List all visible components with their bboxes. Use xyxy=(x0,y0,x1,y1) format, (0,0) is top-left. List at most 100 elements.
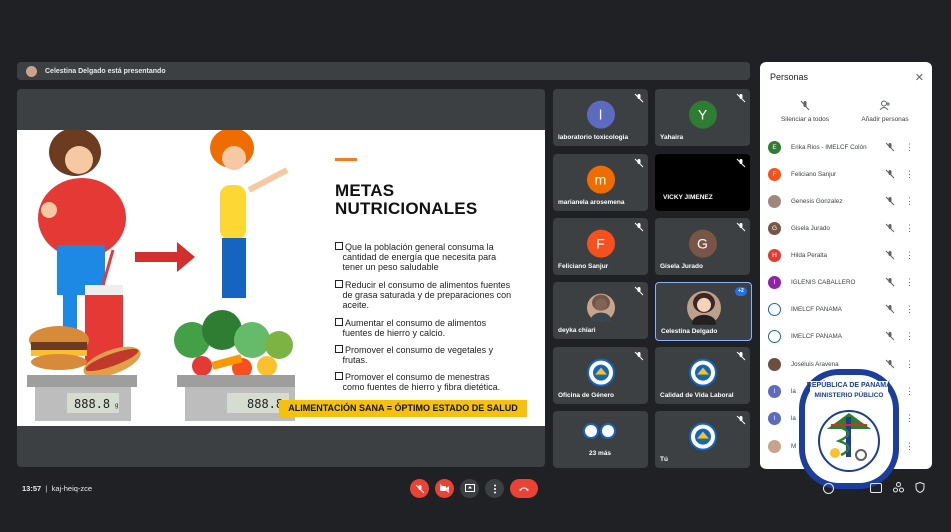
participant-row[interactable]: G Gisela Jurado ⋮ xyxy=(768,218,928,238)
present-button[interactable] xyxy=(460,479,479,498)
participant-photo xyxy=(586,293,615,322)
participant-row-name: IMELCF PANAMA xyxy=(791,305,842,313)
institution-seal: REPÚBLICA DE PANAMÁ MINISTERIO PÚBLICO xyxy=(799,369,899,489)
participant-name: Oficina de Género xyxy=(558,392,614,399)
more-vert-icon[interactable]: ⋮ xyxy=(905,250,914,260)
mic-off-icon[interactable] xyxy=(885,331,895,341)
participant-avatar: G xyxy=(688,229,717,258)
mic-off-icon[interactable] xyxy=(885,169,895,179)
participant-avatar: Y xyxy=(688,100,717,129)
mic-off-icon xyxy=(800,100,810,111)
participant-tile[interactable]: m marianela arosemena xyxy=(553,154,648,211)
more-vert-icon[interactable]: ⋮ xyxy=(905,304,914,314)
more-vert-icon[interactable]: ⋮ xyxy=(905,169,914,179)
mic-off-icon[interactable] xyxy=(885,196,895,206)
more-vert-icon[interactable]: ⋮ xyxy=(905,331,914,341)
mic-off-icon[interactable] xyxy=(885,250,895,260)
participant-avatar xyxy=(768,194,781,208)
nutrition-illustration xyxy=(27,130,295,421)
scale-left-display: 888.8 xyxy=(74,397,111,411)
bullet-item: Promover el consumo de vegetales y fruta… xyxy=(335,345,535,365)
participant-tile[interactable]: l laboratorio toxicologia xyxy=(553,89,648,146)
participant-row[interactable]: I IGLENIS CABALLERO ⋮ xyxy=(768,272,928,292)
mic-off-icon xyxy=(634,93,644,103)
participant-name: laboratorio toxicologia xyxy=(558,134,629,141)
svg-text:REPÚBLICA DE PANAMÁ: REPÚBLICA DE PANAMÁ xyxy=(807,380,891,389)
mute-all-button[interactable]: Silenciar a todos xyxy=(770,100,840,123)
more-vert-icon[interactable]: ⋮ xyxy=(905,386,914,396)
slide: 888.8 g 888.8 METAS NUTRICIONALES Que la… xyxy=(17,130,545,426)
mic-off-icon[interactable] xyxy=(885,223,895,233)
participant-tile[interactable]: deyka chiari xyxy=(553,282,648,339)
presenter-bar: Celestina Delgado está presentando xyxy=(17,62,750,80)
mic-off-icon xyxy=(634,222,644,232)
more-vert-icon[interactable]: ⋮ xyxy=(905,277,914,287)
participant-name: Feliciano Sanjur xyxy=(558,263,609,270)
mic-off-icon xyxy=(634,351,644,361)
participant-avatar: l xyxy=(586,100,615,129)
participant-row-name: Hilda Peralta xyxy=(791,251,828,259)
participant-row[interactable]: Genesis Gonzalez ⋮ xyxy=(768,191,928,211)
bullet-item: Promover el consumo de menestras como fu… xyxy=(335,372,535,392)
leave-call-button[interactable] xyxy=(510,479,538,498)
participant-row[interactable]: H Hilda Peralta ⋮ xyxy=(768,245,928,265)
add-people-button[interactable]: Añadir personas xyxy=(850,100,920,123)
more-vert-icon[interactable]: ⋮ xyxy=(905,413,914,423)
shield-icon[interactable] xyxy=(915,482,925,493)
slide-title: METAS NUTRICIONALES xyxy=(335,181,478,218)
participant-row[interactable]: IMELCF PANAMA ⋮ xyxy=(768,299,928,319)
mic-off-icon xyxy=(634,286,644,296)
scale-left-unit: g xyxy=(115,403,119,409)
camera-toggle-button[interactable] xyxy=(435,479,454,498)
participant-tile[interactable]: VICKY JIMENEZ xyxy=(655,154,750,211)
more-vert-icon[interactable]: ⋮ xyxy=(905,223,914,233)
presenter-text: Celestina Delgado está presentando xyxy=(45,67,166,75)
mic-off-icon[interactable] xyxy=(885,304,895,314)
participant-avatar: F xyxy=(768,167,781,181)
chat-icon[interactable] xyxy=(870,483,882,493)
participant-row-name: Genesis Gonzalez xyxy=(791,197,843,205)
participant-tile[interactable]: Y Yahaira xyxy=(655,89,750,146)
participant-avatar xyxy=(768,329,781,343)
more-vert-icon[interactable]: ⋮ xyxy=(905,441,914,451)
more-vert-icon[interactable]: ⋮ xyxy=(905,196,914,206)
participant-avatar: m xyxy=(586,165,615,194)
info-icon[interactable] xyxy=(823,483,834,494)
participant-tile[interactable]: +2 Celestina Delgado xyxy=(655,282,752,341)
participant-name: Yahaira xyxy=(660,134,684,141)
mic-off-icon[interactable] xyxy=(885,142,895,152)
participant-avatar: F xyxy=(586,229,615,258)
participant-tile[interactable]: F Feliciano Sanjur xyxy=(553,218,648,275)
participant-row[interactable]: E Erika Rios - IMELCF Colón ⋮ xyxy=(768,137,928,157)
participant-tile[interactable]: Calidad de Vida Laboral xyxy=(655,347,750,404)
close-icon[interactable]: ✕ xyxy=(915,71,924,84)
bullet-item: Reducir el consumo de alimentos fuentes … xyxy=(335,280,535,310)
participant-avatar xyxy=(768,302,781,316)
more-vert-icon[interactable]: ⋮ xyxy=(905,142,914,152)
mic-off-icon xyxy=(736,158,746,168)
participant-row-name: Feliciano Sanjur xyxy=(791,170,837,178)
mic-off-icon[interactable] xyxy=(885,277,895,287)
institution-logo-icon xyxy=(600,423,616,439)
svg-text:MINISTERIO PÚBLICO: MINISTERIO PÚBLICO xyxy=(815,390,884,399)
more-participants-tile[interactable]: 23 más xyxy=(553,411,648,468)
participant-avatar: H xyxy=(768,248,781,262)
mic-toggle-button[interactable] xyxy=(410,479,429,498)
presentation-stage[interactable]: 888.8 g 888.8 METAS NUTRICIONALES Que la… xyxy=(17,89,545,467)
participant-tile[interactable]: G Gisela Jurado xyxy=(655,218,750,275)
activities-icon[interactable] xyxy=(893,482,904,493)
mic-off-icon xyxy=(736,415,746,425)
participant-row[interactable]: F Feliciano Sanjur ⋮ xyxy=(768,164,928,184)
self-tile[interactable]: Tú xyxy=(655,411,750,468)
more-vert-icon xyxy=(493,484,496,493)
participant-avatar: l xyxy=(768,411,781,425)
more-vert-icon[interactable]: ⋮ xyxy=(905,359,914,369)
camera-off-icon xyxy=(439,484,450,493)
participant-name: deyka chiari xyxy=(558,327,596,334)
participant-row-name: Gisela Jurado xyxy=(791,224,830,232)
participant-row[interactable]: IMELCF PANAMA ⋮ xyxy=(768,326,928,346)
participant-row-name: IMELCF PANAMA xyxy=(791,332,842,340)
participant-tile[interactable]: Oficina de Género xyxy=(553,347,648,404)
participant-avatar xyxy=(768,439,781,453)
more-options-button[interactable] xyxy=(485,479,504,498)
